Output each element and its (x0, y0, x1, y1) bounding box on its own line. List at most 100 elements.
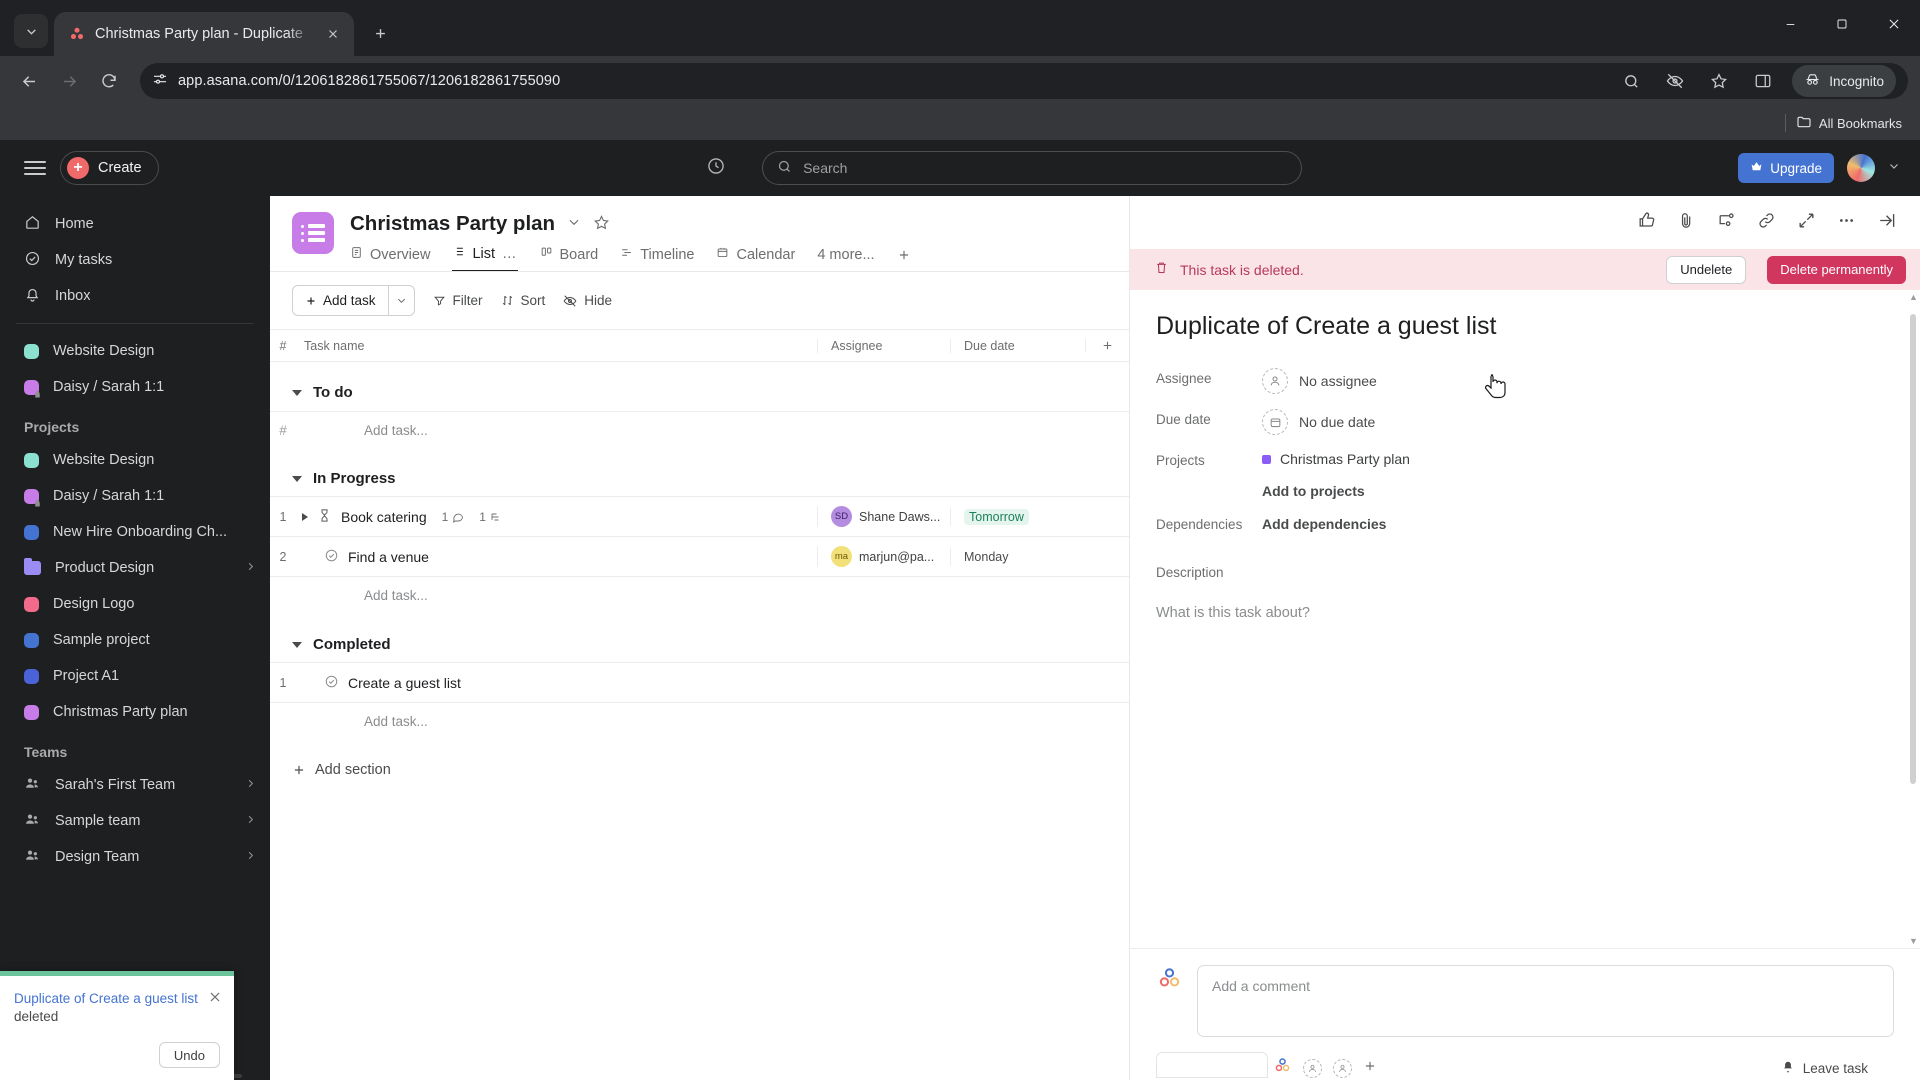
sidebar-team-sample-team[interactable]: Sample team (0, 803, 270, 839)
search-input[interactable]: Search (762, 151, 1303, 185)
add-to-projects-button[interactable]: Add to projects (1262, 483, 1410, 499)
create-button[interactable]: + Create (60, 151, 159, 185)
tab-overflow-icon[interactable]: … (502, 246, 518, 262)
incognito-indicator[interactable]: Incognito (1792, 65, 1896, 97)
close-panel-icon[interactable] (1877, 211, 1896, 235)
sidebar-project-christmas-party-plan[interactable]: Christmas Party plan (0, 694, 270, 730)
chevron-down-icon[interactable] (292, 389, 302, 396)
column-header-due-date[interactable]: Due date (950, 338, 1085, 353)
tab-more[interactable]: 4 more... (817, 247, 874, 271)
add-collaborator-button[interactable] (1363, 1059, 1377, 1078)
table-row[interactable]: 2 Find a venue ma marjun@pa... Monday (270, 536, 1129, 577)
add-task-placeholder[interactable]: Add task... (296, 588, 1129, 603)
detail-scrollbar[interactable]: ▲ ▼ (1909, 290, 1918, 948)
add-task-row[interactable]: Add task... (270, 703, 1129, 740)
subtask-icon[interactable] (1717, 211, 1736, 235)
task-name-cell[interactable]: Book catering 1 1 (296, 508, 817, 526)
star-outline-icon[interactable] (593, 214, 610, 235)
fullscreen-icon[interactable] (1797, 211, 1816, 235)
page-settings-icon[interactable] (152, 71, 168, 92)
chevron-right-icon[interactable] (245, 778, 256, 792)
more-icon[interactable] (1837, 211, 1856, 235)
chevron-down-icon[interactable] (567, 215, 581, 233)
section-header-in-progress[interactable]: In Progress (270, 448, 1129, 497)
chevron-right-icon[interactable] (245, 561, 256, 575)
sort-button[interactable]: Sort (501, 293, 545, 308)
search-zoom-icon[interactable] (1616, 66, 1646, 96)
sidebar-project-project-a1[interactable]: Project A1 (0, 658, 270, 694)
sidebar-project-new-hire-onboarding[interactable]: New Hire Onboarding Ch... (0, 514, 270, 550)
hourglass-icon[interactable] (317, 508, 332, 526)
add-task-placeholder[interactable]: Add task... (296, 714, 1129, 729)
collaborator-placeholder-icon[interactable] (1333, 1058, 1353, 1078)
sidebar-item-home[interactable]: Home (0, 206, 270, 242)
check-circle-icon[interactable] (324, 674, 339, 692)
sidebar-team-design-team[interactable]: Design Team (0, 839, 270, 875)
table-row[interactable]: 1 Book catering 1 1 SD Shane Daws... Tom… (270, 496, 1129, 537)
tab-search-dropdown-button[interactable] (14, 14, 48, 48)
chevron-down-icon[interactable] (292, 641, 302, 648)
expand-subtasks-icon[interactable] (302, 512, 308, 521)
assignee-cell[interactable]: ma marjun@pa... (817, 546, 950, 567)
toast-link[interactable]: Duplicate of Create a guest list (14, 991, 198, 1006)
chevron-down-icon[interactable] (1888, 159, 1900, 177)
column-header-task-name[interactable]: Task name (296, 339, 817, 353)
add-dependencies-button[interactable]: Add dependencies (1262, 509, 1386, 532)
add-tab-button[interactable] (897, 248, 911, 270)
scrollbar-thumb[interactable] (1910, 314, 1916, 784)
like-icon[interactable] (1637, 211, 1656, 235)
due-date-field[interactable]: Due date No due date (1156, 404, 1890, 438)
side-panel-icon[interactable] (1748, 66, 1778, 96)
sidebar-project-website-design[interactable]: Website Design (0, 442, 270, 478)
task-name-cell[interactable]: Find a venue (296, 548, 817, 566)
sidebar-project-sample-project[interactable]: Sample project (0, 622, 270, 658)
minimize-icon[interactable] (1764, 0, 1816, 48)
task-name-cell[interactable]: Create a guest list (296, 674, 817, 692)
sidebar-project-daisy-sarah[interactable]: Daisy / Sarah 1:1 (0, 478, 270, 514)
chevron-right-icon[interactable] (245, 814, 256, 828)
sidebar-favorite-website-design[interactable]: Website Design (0, 333, 270, 369)
add-task-button[interactable]: Add task (293, 286, 388, 315)
chevron-right-icon[interactable] (245, 850, 256, 864)
undelete-button[interactable]: Undelete (1666, 255, 1747, 284)
back-arrow-icon[interactable] (12, 64, 46, 98)
undo-button[interactable]: Undo (158, 1042, 220, 1068)
description-placeholder[interactable]: What is this task about? (1156, 605, 1890, 621)
address-bar[interactable]: app.asana.com/0/1206182861755067/1206182… (140, 63, 1908, 99)
sidebar-item-my-tasks[interactable]: My tasks (0, 242, 270, 278)
add-task-dropdown-icon[interactable] (387, 286, 414, 315)
tab-list[interactable]: List … (452, 245, 518, 272)
add-task-placeholder[interactable]: Add task... (296, 423, 1129, 438)
add-column-button[interactable] (1085, 339, 1129, 352)
scroll-down-arrow-icon[interactable]: ▼ (1909, 936, 1918, 946)
hamburger-icon[interactable] (24, 161, 46, 175)
add-task-row[interactable]: Add task... (270, 577, 1129, 614)
browser-tab[interactable]: Christmas Party plan - Duplicate (54, 12, 354, 56)
leave-task-button[interactable]: Leave task (1781, 1060, 1868, 1077)
collaborator-placeholder-icon[interactable] (1303, 1058, 1323, 1078)
bookmark-star-icon[interactable] (1704, 66, 1734, 96)
all-bookmarks-button[interactable]: All Bookmarks (1796, 114, 1906, 133)
close-window-icon[interactable] (1868, 0, 1920, 48)
add-task-button-group[interactable]: Add task (292, 285, 415, 316)
sidebar-project-product-design[interactable]: Product Design (0, 550, 270, 586)
tab-calendar[interactable]: Calendar (716, 246, 795, 271)
add-section-button[interactable]: Add section (270, 740, 1129, 778)
eye-off-icon[interactable] (1660, 66, 1690, 96)
tab-board[interactable]: Board (540, 246, 598, 271)
due-date-cell[interactable]: Tomorrow (950, 507, 1085, 526)
upgrade-button[interactable]: Upgrade (1738, 153, 1834, 183)
user-avatar[interactable] (1847, 154, 1875, 182)
new-tab-button[interactable] (364, 17, 396, 49)
hide-button[interactable]: Hide (563, 293, 612, 308)
table-row[interactable]: 1 Create a guest list (270, 662, 1129, 703)
sidebar-project-design-logo[interactable]: Design Logo (0, 586, 270, 622)
section-header-to-do[interactable]: To do (270, 362, 1129, 411)
scroll-up-arrow-icon[interactable]: ▲ (1909, 292, 1918, 302)
maximize-icon[interactable] (1816, 0, 1868, 48)
close-icon[interactable] (208, 990, 222, 1009)
tab-timeline[interactable]: Timeline (620, 246, 694, 271)
due-date-cell[interactable]: Monday (950, 547, 1085, 566)
add-subtask-ghost-chip[interactable] (1156, 1052, 1268, 1078)
delete-permanently-button[interactable]: Delete permanently (1767, 255, 1906, 284)
